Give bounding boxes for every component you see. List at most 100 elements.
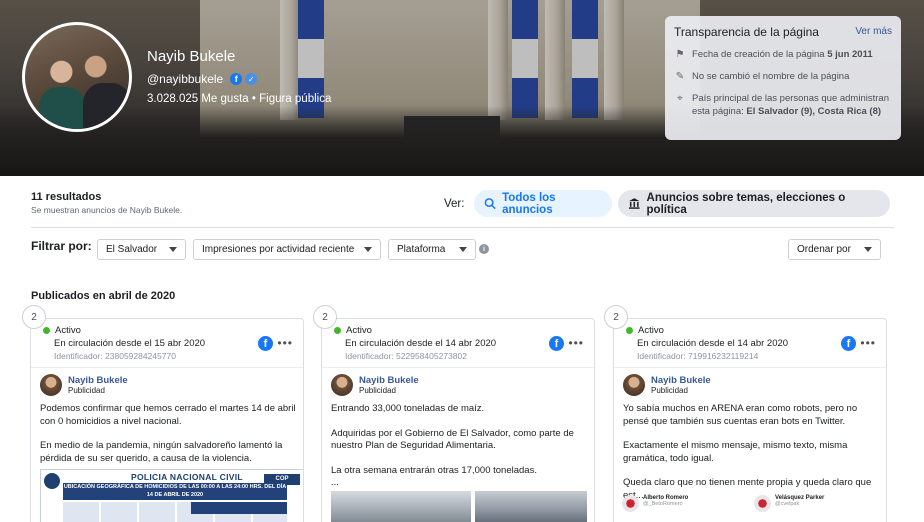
- card-divider: [31, 367, 303, 368]
- all-ads-label: Todos los anuncios: [502, 191, 556, 216]
- chevron-down-icon: [864, 247, 872, 252]
- chevron-down-icon: [459, 247, 467, 252]
- see-more-link[interactable]: Ver más: [855, 26, 892, 37]
- sponsored-label: Publicidad: [68, 386, 105, 395]
- created-date: 5 jun 2011: [827, 49, 873, 60]
- status-label: Activo: [346, 325, 372, 336]
- impressions-dropdown[interactable]: Impresiones por actividad reciente: [193, 239, 381, 260]
- country-dropdown[interactable]: El Salvador: [97, 239, 186, 260]
- ad-count-badge[interactable]: 2: [22, 305, 46, 329]
- avatar[interactable]: [623, 374, 645, 396]
- ad-card[interactable]: Activo En circulación desde el 15 abr 20…: [30, 318, 304, 522]
- post-paragraph: Yo sabía muchos en ARENA eran como robot…: [623, 403, 858, 427]
- view-label: Ver:: [444, 198, 465, 210]
- political-ads-label: Anuncios sobre temas, elecciones o polít…: [646, 191, 846, 216]
- ad-status: Activo: [334, 325, 372, 336]
- page-name[interactable]: Nayib Bukele: [147, 48, 235, 65]
- transparency-created: ⚑ Fecha de creación de la página 5 jun 2…: [674, 48, 892, 61]
- tweet-handle: @_BetoRomero: [643, 501, 683, 507]
- post-paragraph: Adquiridas por el Gobierno de El Salvado…: [331, 427, 574, 452]
- card-divider: [614, 367, 886, 368]
- avatar[interactable]: [331, 374, 353, 396]
- avatar: [754, 495, 771, 512]
- filter-label: Filtrar por:: [31, 239, 92, 253]
- chevron-down-icon: [364, 247, 372, 252]
- card-divider: [322, 367, 594, 368]
- more-icon[interactable]: •••: [277, 336, 293, 350]
- facebook-icon: f: [230, 73, 243, 85]
- order-dropdown[interactable]: Ordenar por: [788, 239, 881, 260]
- country-value: El Salvador: [106, 244, 158, 255]
- political-ads-button[interactable]: Anuncios sobre temas, elecciones o polít…: [618, 190, 890, 217]
- ad-identifier: Identificador: 719916232119214: [637, 351, 759, 361]
- bank-icon: [628, 198, 640, 209]
- circulation-date: En circulación desde el 14 abr 2020: [345, 338, 497, 349]
- ad-status: Activo: [626, 325, 664, 336]
- sponsored-label: Publicidad: [651, 386, 688, 395]
- avatar-figure: [39, 87, 85, 129]
- circulation-date: En circulación desde el 15 abr 2020: [54, 338, 206, 349]
- avatar[interactable]: [40, 374, 62, 396]
- post-author[interactable]: Nayib Bukele: [359, 375, 419, 386]
- image-band-text: UBICACIÓN GEOGRÁFICA DE HOMICIDIOS DE LA…: [63, 483, 287, 500]
- info-icon[interactable]: i: [479, 244, 489, 254]
- circulation-date: En circulación desde el 14 abr 2020: [637, 338, 789, 349]
- status-label: Activo: [55, 325, 81, 336]
- facebook-icon: f: [549, 336, 564, 351]
- tweet-author: Velásquez Parker @cvelpak: [775, 495, 824, 507]
- flag-icon: ⚑: [675, 49, 685, 60]
- page-category: Figura pública: [259, 93, 332, 105]
- post-paragraph: Exactamente el mismo mensaje, mismo text…: [623, 440, 848, 464]
- post-text: Podemos confirmar que hemos cerrado el m…: [40, 403, 302, 477]
- facebook-icon: f: [841, 336, 856, 351]
- edit-icon: ✎: [675, 71, 685, 82]
- avatar: [622, 495, 639, 512]
- divider: [31, 227, 894, 228]
- ad-status: Activo: [43, 325, 81, 336]
- transparency-panel: Transparencia de la página Ver más ⚑ Fec…: [665, 16, 901, 140]
- text-ellipsis: ...: [331, 477, 339, 488]
- tweet-preview[interactable]: Alberto Romero @_BetoRomero: [622, 495, 688, 512]
- tweet-handle: @cvelpak: [775, 501, 800, 507]
- more-icon[interactable]: •••: [860, 336, 876, 350]
- post-paragraph: Entrando 33,000 toneladas de maíz.: [331, 403, 485, 414]
- police-logo-icon: [44, 473, 60, 489]
- results-count: 11 resultados: [31, 191, 102, 203]
- post-author[interactable]: Nayib Bukele: [651, 375, 711, 386]
- location-pin-icon: ⌖: [677, 93, 683, 104]
- more-icon[interactable]: •••: [568, 336, 584, 350]
- post-text: Entrando 33,000 toneladas de maíz. Adqui…: [331, 403, 593, 477]
- order-value: Ordenar por: [797, 244, 851, 255]
- facebook-icon: f: [258, 336, 273, 351]
- image-title: POLICIA NACIONAL CIVIL: [131, 472, 243, 482]
- search-icon: [484, 198, 496, 210]
- created-label: Fecha de creación de la página: [692, 49, 825, 60]
- ad-image[interactable]: POLICIA NACIONAL CIVIL COP UBICACIÓN GEO…: [40, 469, 303, 522]
- platform-dropdown[interactable]: Plataforma: [388, 239, 476, 260]
- countries-value: El Salvador (9), Costa Rica (8): [746, 106, 882, 117]
- post-paragraph: En medio de la pandemia, ningún salvador…: [40, 440, 283, 464]
- sponsored-label: Publicidad: [359, 386, 396, 395]
- active-dot-icon: [43, 327, 50, 334]
- page-handle[interactable]: @nayibbukele: [147, 72, 223, 86]
- avatar-figure: [83, 83, 129, 129]
- ad-identifier: Identificador: 238059284245770: [54, 351, 176, 361]
- tweet-author: Alberto Romero @_BetoRomero: [643, 495, 688, 507]
- post-author[interactable]: Nayib Bukele: [68, 375, 128, 386]
- tweet-preview[interactable]: Velásquez Parker @cvelpak: [754, 495, 824, 512]
- page-stats: 3.028.025 Me gusta • Figura pública: [147, 93, 331, 105]
- page-avatar[interactable]: [22, 22, 132, 132]
- ad-count-badge[interactable]: 2: [313, 305, 337, 329]
- ad-image[interactable]: [331, 491, 471, 522]
- results-subtitle: Se muestran anuncios de Nayib Bukele.: [31, 205, 183, 215]
- ad-card[interactable]: Activo En circulación desde el 14 abr 20…: [613, 318, 887, 522]
- ad-card[interactable]: Activo En circulación desde el 14 abr 20…: [321, 318, 595, 522]
- page-handle-row: @nayibbukele f ✓: [147, 72, 258, 86]
- post-paragraph: Podemos confirmar que hemos cerrado el m…: [40, 403, 296, 427]
- all-ads-button[interactable]: Todos los anuncios: [474, 190, 612, 217]
- ad-image[interactable]: [475, 491, 587, 522]
- active-dot-icon: [626, 327, 633, 334]
- ad-count-badge[interactable]: 2: [604, 305, 628, 329]
- page-likes: 3.028.025 Me gusta: [147, 93, 249, 105]
- active-dot-icon: [334, 327, 341, 334]
